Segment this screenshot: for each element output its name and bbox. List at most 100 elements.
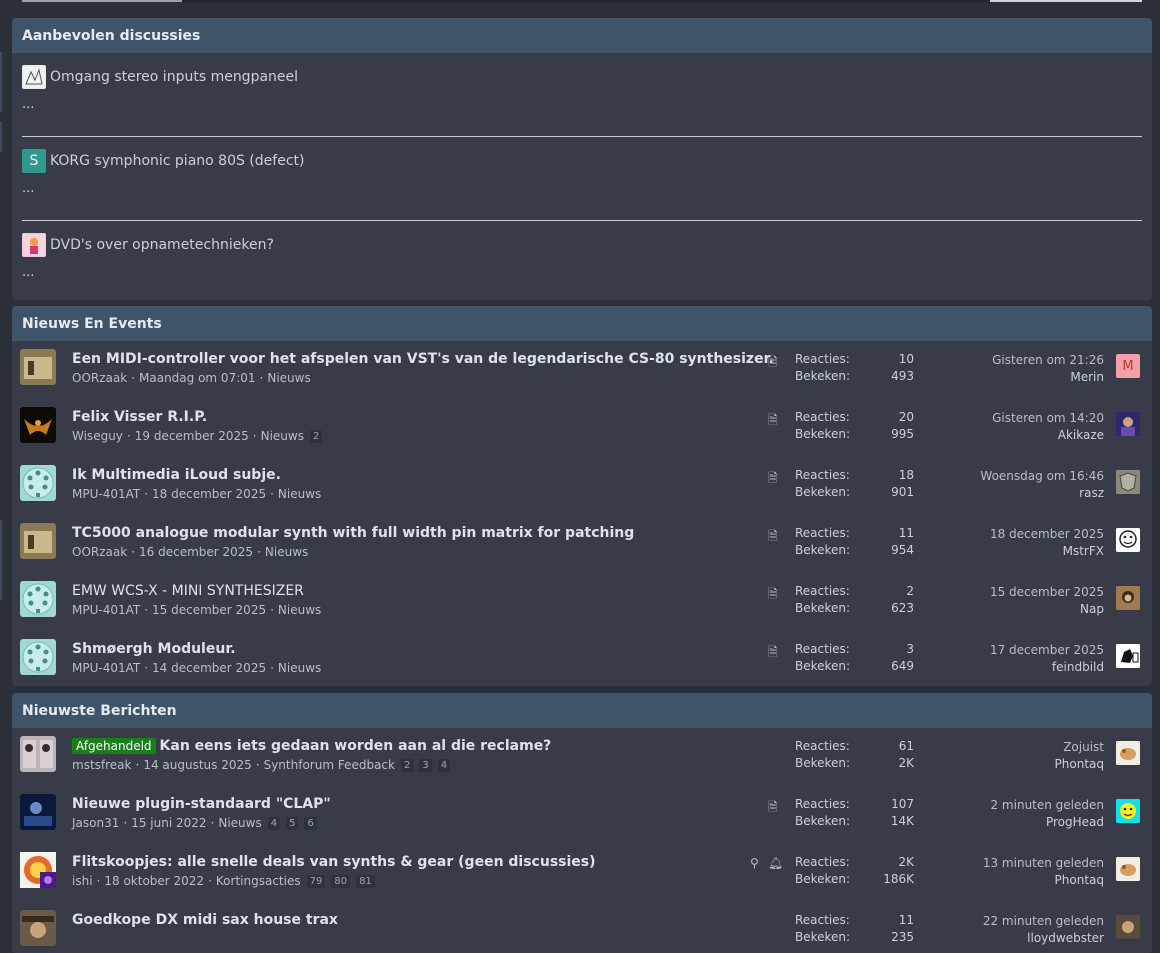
last-post-user[interactable]: Phontaq <box>1055 873 1104 887</box>
thread-date[interactable]: 14 augustus 2025 <box>143 758 251 772</box>
thread-title[interactable]: Een MIDI-controller voor het afspelen va… <box>72 351 774 367</box>
last-post-time[interactable]: 2 minuten geleden <box>990 798 1104 812</box>
thread-forum[interactable]: Nieuws <box>267 371 310 385</box>
thread-row[interactable]: Een MIDI-controller voor het afspelen va… <box>12 341 1152 399</box>
thread-forum[interactable]: Synthforum Feedback <box>264 758 395 772</box>
thread-row[interactable]: TC5000 analogue modular synth with full … <box>12 515 1152 573</box>
thread-author[interactable]: OORzaak <box>72 545 127 559</box>
last-post-time[interactable]: 13 minuten geleden <box>983 856 1104 870</box>
thread-title[interactable]: EMW WCS-X - MINI SYNTHESIZER <box>72 583 304 599</box>
avatar[interactable]: S <box>22 149 46 173</box>
thread-author[interactable]: MPU-401AT <box>72 603 140 617</box>
featured-item-title[interactable]: KORG symphonic piano 80S (defect) <box>50 153 304 169</box>
featured-item[interactable]: Omgang stereo inputs mengpaneel ... <box>12 53 1152 136</box>
page-link[interactable]: 2 <box>309 429 323 443</box>
thread-forum[interactable]: Nieuws <box>278 603 321 617</box>
page-link[interactable]: 5 <box>286 816 299 830</box>
featured-item[interactable]: DVD's over opnametechnieken? ... <box>22 220 1142 300</box>
thread-author[interactable]: mstsfreak <box>72 758 131 772</box>
last-post-time[interactable]: 22 minuten geleden <box>983 914 1104 928</box>
page-link[interactable]: 4 <box>267 816 281 830</box>
last-post-avatar[interactable] <box>1116 412 1140 436</box>
avatar[interactable] <box>20 349 56 385</box>
last-post-time[interactable]: 15 december 2025 <box>990 585 1104 599</box>
featured-item[interactable]: S KORG symphonic piano 80S (defect) ... <box>22 136 1142 220</box>
last-post-avatar[interactable] <box>1116 586 1140 610</box>
thread-forum[interactable]: Nieuws <box>278 487 321 501</box>
thread-row[interactable]: Nieuwe plugin-standaard "CLAP" Jason31 · 1… <box>12 786 1152 844</box>
thread-author[interactable]: Wiseguy <box>72 429 123 443</box>
prefix-badge[interactable]: Afgehandeld <box>72 738 156 754</box>
last-post-user[interactable]: rasz <box>1079 486 1104 500</box>
thread-forum[interactable]: Nieuws <box>261 429 304 443</box>
last-post-user[interactable]: Nap <box>1080 602 1104 616</box>
last-post-user[interactable]: MstrFX <box>1063 544 1104 558</box>
thread-date[interactable]: 19 december 2025 <box>135 429 249 443</box>
thread-title[interactable]: Afgehandeld Kan eens iets gedaan worden a… <box>72 738 551 754</box>
thread-row[interactable]: EMW WCS-X - MINI SYNTHESIZER MPU-401AT · 1… <box>12 573 1152 631</box>
page-link[interactable]: 80 <box>331 874 351 888</box>
page-link[interactable]: 6 <box>304 816 317 830</box>
featured-item-title[interactable]: Omgang stereo inputs mengpaneel <box>50 69 298 85</box>
thread-row[interactable]: Afgehandeld Kan eens iets gedaan worden a… <box>12 728 1152 786</box>
avatar[interactable] <box>20 794 56 830</box>
thread-date[interactable]: 16 december 2025 <box>139 545 253 559</box>
thread-forum[interactable]: Nieuws <box>278 661 321 675</box>
page-link[interactable]: 2 <box>400 758 414 772</box>
thread-title-text[interactable]: Kan eens iets gedaan worden aan al die r… <box>160 738 552 754</box>
last-post-avatar[interactable]: M <box>1116 354 1140 378</box>
thread-title[interactable]: Goedkope DX midi sax house trax <box>72 912 338 928</box>
avatar[interactable] <box>20 581 56 617</box>
thread-title[interactable]: Felix Visser R.I.P. <box>72 409 207 425</box>
thread-date[interactable]: 18 december 2025 <box>152 487 266 501</box>
thread-row[interactable]: Shmøergh Moduleur. MPU-401AT · 14 december… <box>12 631 1152 686</box>
thread-date[interactable]: 15 juni 2022 <box>131 816 206 830</box>
thread-author[interactable]: ishi <box>72 874 93 888</box>
thread-title[interactable]: Shmøergh Moduleur. <box>72 641 236 657</box>
last-post-avatar[interactable] <box>1116 644 1140 668</box>
thread-date[interactable]: 18 oktober 2022 <box>104 874 204 888</box>
thread-row[interactable]: Ik Multimedia iLoud subje. MPU-401AT · 18 … <box>12 457 1152 515</box>
thread-forum[interactable]: Nieuws <box>218 816 261 830</box>
last-post-time[interactable]: Gisteren om 21:26 <box>992 353 1104 367</box>
last-post-avatar[interactable] <box>1116 741 1140 765</box>
last-post-avatar[interactable] <box>1116 799 1140 823</box>
last-post-user[interactable]: lloydwebster <box>1027 931 1104 945</box>
last-post-time[interactable]: Gisteren om 14:20 <box>992 411 1104 425</box>
thread-date[interactable]: 15 december 2025 <box>152 603 266 617</box>
avatar[interactable] <box>20 910 56 946</box>
last-post-user[interactable]: Phontaq <box>1055 757 1104 771</box>
avatar[interactable] <box>22 65 46 89</box>
thread-forum[interactable]: Kortingsacties <box>216 874 301 888</box>
thread-author[interactable]: MPU-401AT <box>72 487 140 501</box>
featured-item-title[interactable]: DVD's over opnametechnieken? <box>50 237 274 253</box>
thread-forum[interactable]: Nieuws <box>265 545 308 559</box>
thread-author[interactable]: MPU-401AT <box>72 661 140 675</box>
thread-title[interactable]: Ik Multimedia iLoud subje. <box>72 467 281 483</box>
thread-row[interactable]: Felix Visser R.I.P. Wiseguy · 19 december … <box>12 399 1152 457</box>
page-link[interactable]: 4 <box>437 758 451 772</box>
last-post-user[interactable]: ProgHead <box>1046 815 1104 829</box>
thread-title[interactable]: Nieuwe plugin-standaard "CLAP" <box>72 796 331 812</box>
last-post-user[interactable]: Akikaze <box>1058 428 1104 442</box>
avatar[interactable] <box>20 465 56 501</box>
last-post-time[interactable]: Zojuist <box>1063 740 1104 754</box>
last-post-avatar[interactable] <box>1116 528 1140 552</box>
last-post-avatar[interactable] <box>1116 915 1140 939</box>
avatar[interactable] <box>20 523 56 559</box>
thread-row[interactable]: Flitskoopjes: alle snelle deals van synt… <box>12 844 1152 902</box>
thread-author[interactable]: OORzaak <box>72 371 127 385</box>
page-link[interactable]: 81 <box>356 874 375 888</box>
last-post-avatar[interactable] <box>1116 857 1140 881</box>
avatar[interactable] <box>20 852 56 888</box>
thread-author[interactable]: Jason31 <box>72 816 119 830</box>
thread-title[interactable]: TC5000 analogue modular synth with full … <box>72 525 634 541</box>
last-post-time[interactable]: Woensdag om 16:46 <box>980 469 1104 483</box>
thread-title[interactable]: Flitskoopjes: alle snelle deals van synt… <box>72 854 596 870</box>
thread-date[interactable]: Maandag om 07:01 <box>139 371 256 385</box>
avatar[interactable] <box>20 407 56 443</box>
avatar[interactable] <box>20 639 56 675</box>
avatar[interactable] <box>22 233 46 257</box>
page-link[interactable]: 79 <box>306 874 326 888</box>
thread-row[interactable]: Goedkope DX midi sax house trax Reacties… <box>12 902 1152 953</box>
